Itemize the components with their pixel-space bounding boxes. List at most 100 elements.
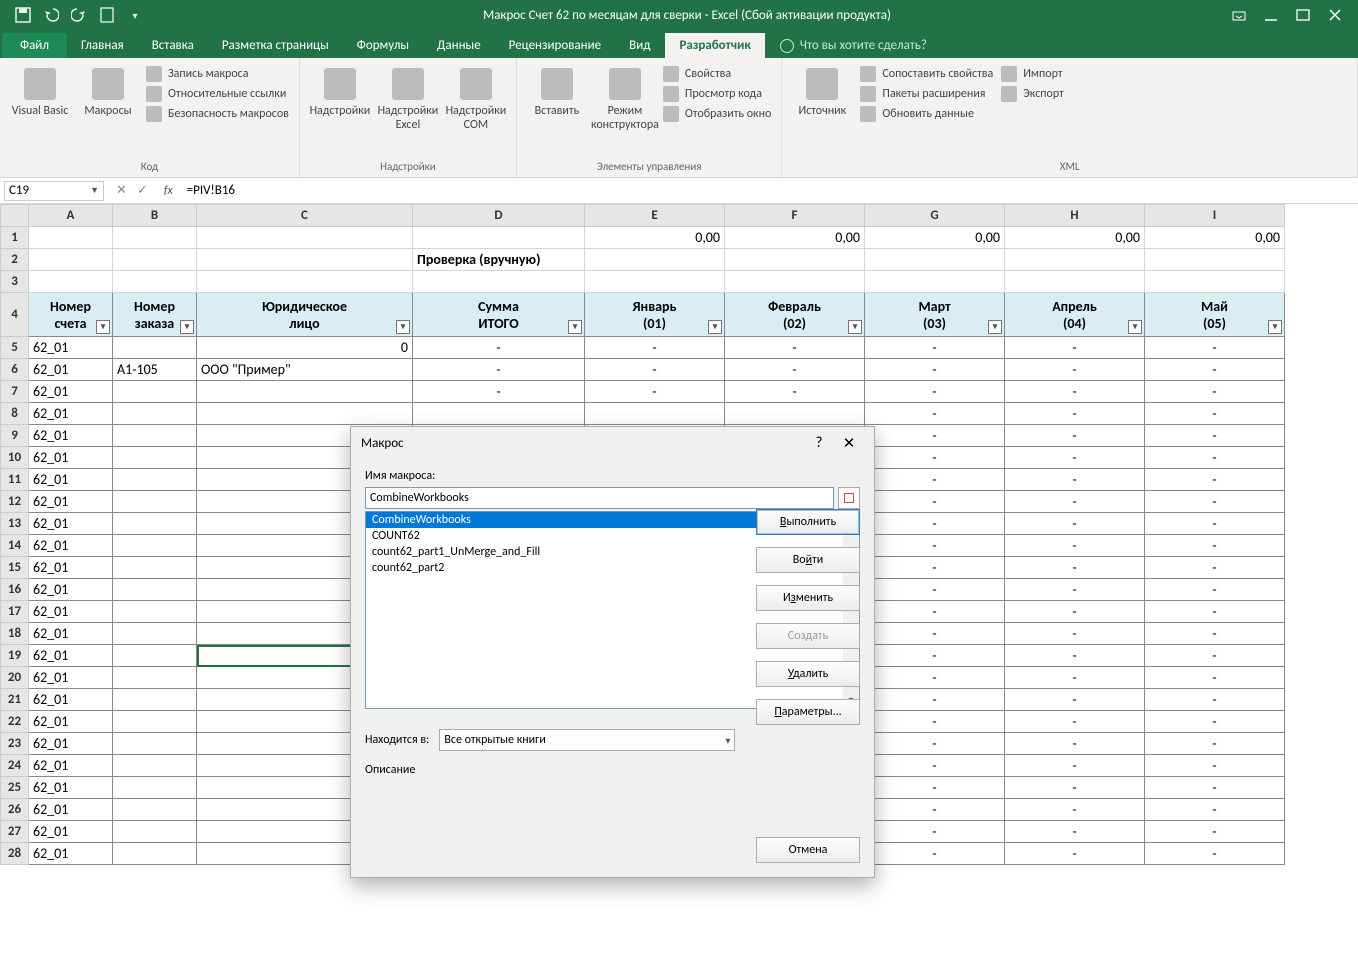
cell-B28[interactable] <box>113 843 197 865</box>
options-button[interactable]: Параметры... <box>756 699 860 725</box>
cell-A23[interactable]: 62_01 <box>29 733 113 755</box>
filter-icon[interactable]: ▾ <box>568 320 582 334</box>
row-header-15[interactable]: 15 <box>1 557 29 579</box>
cell-B22[interactable] <box>113 711 197 733</box>
cell-H3[interactable] <box>1005 271 1145 293</box>
cell-G24[interactable]: - <box>865 755 1005 777</box>
cell-H21[interactable]: - <box>1005 689 1145 711</box>
cell-I12[interactable]: - <box>1145 491 1285 513</box>
tab-Формулы[interactable]: Формулы <box>343 33 423 58</box>
row-header-10[interactable]: 10 <box>1 447 29 469</box>
cell-H5[interactable]: - <box>1005 337 1145 359</box>
xml-import-button[interactable]: Импорт <box>1001 66 1064 82</box>
cell-B19[interactable] <box>113 645 197 667</box>
fx-label[interactable]: fx <box>156 184 181 198</box>
cell-G20[interactable]: - <box>865 667 1005 689</box>
cell-I8[interactable]: - <box>1145 403 1285 425</box>
row-header-2[interactable]: 2 <box>1 249 29 271</box>
cell-A10[interactable]: 62_01 <box>29 447 113 469</box>
cell-F5[interactable]: - <box>725 337 865 359</box>
save-icon[interactable] <box>14 6 32 24</box>
range-ref-button[interactable] <box>838 487 860 509</box>
cell-H1[interactable]: 0,00 <box>1005 227 1145 249</box>
cell-H24[interactable]: - <box>1005 755 1145 777</box>
cell-H15[interactable]: - <box>1005 557 1145 579</box>
cell-G11[interactable]: - <box>865 469 1005 491</box>
cell-D7[interactable]: - <box>413 381 585 403</box>
cell-G17[interactable]: - <box>865 601 1005 623</box>
header-cell-G[interactable]: Март(03)▾ <box>865 293 1005 337</box>
cell-I23[interactable]: - <box>1145 733 1285 755</box>
cell-I28[interactable]: - <box>1145 843 1285 865</box>
row-header-18[interactable]: 18 <box>1 623 29 645</box>
cell-B8[interactable] <box>113 403 197 425</box>
cell-B9[interactable] <box>113 425 197 447</box>
cell-A26[interactable]: 62_01 <box>29 799 113 821</box>
run-button[interactable]: Выполнить <box>756 509 860 535</box>
cell-I1[interactable]: 0,00 <box>1145 227 1285 249</box>
cell-A14[interactable]: 62_01 <box>29 535 113 557</box>
cell-H23[interactable]: - <box>1005 733 1145 755</box>
row-header-4[interactable]: 4 <box>1 293 29 337</box>
cell-G16[interactable]: - <box>865 579 1005 601</box>
cell-A15[interactable]: 62_01 <box>29 557 113 579</box>
cell-A17[interactable]: 62_01 <box>29 601 113 623</box>
cell-I3[interactable] <box>1145 271 1285 293</box>
cell-I16[interactable]: - <box>1145 579 1285 601</box>
cell-I9[interactable]: - <box>1145 425 1285 447</box>
filter-icon[interactable]: ▾ <box>708 320 722 334</box>
cell-B18[interactable] <box>113 623 197 645</box>
close-icon[interactable]: ✕ <box>834 434 864 453</box>
cell-B3[interactable] <box>113 271 197 293</box>
formula-input[interactable]: =PIV!B16 <box>181 183 1358 198</box>
design-mode-button[interactable]: Режим конструктора <box>595 62 655 132</box>
cell-H10[interactable]: - <box>1005 447 1145 469</box>
row-header-20[interactable]: 20 <box>1 667 29 689</box>
col-header-B[interactable]: B <box>113 205 197 227</box>
cell-A25[interactable]: 62_01 <box>29 777 113 799</box>
row-header-13[interactable]: 13 <box>1 513 29 535</box>
cell-C8[interactable] <box>197 403 413 425</box>
cell-A16[interactable]: 62_01 <box>29 579 113 601</box>
cell-D2[interactable]: Проверка (вручную) <box>413 249 585 271</box>
ribbon-display-icon[interactable] <box>1232 8 1246 22</box>
col-header-D[interactable]: D <box>413 205 585 227</box>
cell-A8[interactable]: 62_01 <box>29 403 113 425</box>
filter-icon[interactable]: ▾ <box>1268 320 1282 334</box>
row-header-7[interactable]: 7 <box>1 381 29 403</box>
row-header-16[interactable]: 16 <box>1 579 29 601</box>
tab-Разметка страницы[interactable]: Разметка страницы <box>208 33 343 58</box>
row-header-1[interactable]: 1 <box>1 227 29 249</box>
relative-refs-button[interactable]: Относительные ссылки <box>146 86 289 102</box>
filter-icon[interactable]: ▾ <box>1128 320 1142 334</box>
cell-A6[interactable]: 62_01 <box>29 359 113 381</box>
tab-file[interactable]: Файл <box>2 33 67 58</box>
cell-H17[interactable]: - <box>1005 601 1145 623</box>
select-all-corner[interactable] <box>1 205 29 227</box>
enter-formula-icon[interactable]: ✓ <box>137 183 148 198</box>
cell-G13[interactable]: - <box>865 513 1005 535</box>
xml-source-button[interactable]: Источник <box>792 62 852 118</box>
cell-F8[interactable] <box>725 403 865 425</box>
step-into-button[interactable]: Войти <box>756 547 860 573</box>
col-header-H[interactable]: H <box>1005 205 1145 227</box>
cell-G14[interactable]: - <box>865 535 1005 557</box>
macro-security-button[interactable]: Безопасность макросов <box>146 106 289 122</box>
cell-B1[interactable] <box>113 227 197 249</box>
cell-H6[interactable]: - <box>1005 359 1145 381</box>
cell-A3[interactable] <box>29 271 113 293</box>
cell-G19[interactable]: - <box>865 645 1005 667</box>
qat-dropdown-icon[interactable]: ▾ <box>126 6 144 24</box>
cell-B6[interactable]: A1-105 <box>113 359 197 381</box>
cell-I2[interactable] <box>1145 249 1285 271</box>
cell-I25[interactable]: - <box>1145 777 1285 799</box>
row-header-23[interactable]: 23 <box>1 733 29 755</box>
cell-I5[interactable]: - <box>1145 337 1285 359</box>
cell-A9[interactable]: 62_01 <box>29 425 113 447</box>
cell-G10[interactable]: - <box>865 447 1005 469</box>
addins-button[interactable]: Надстройки <box>310 62 370 118</box>
filter-icon[interactable]: ▾ <box>180 320 194 334</box>
cell-F7[interactable]: - <box>725 381 865 403</box>
cell-G27[interactable]: - <box>865 821 1005 843</box>
cell-A21[interactable]: 62_01 <box>29 689 113 711</box>
